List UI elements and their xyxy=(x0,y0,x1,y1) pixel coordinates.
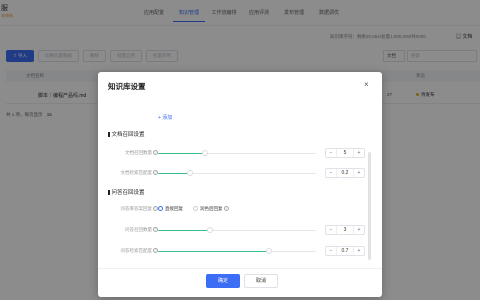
decrement-button[interactable]: − xyxy=(326,149,336,157)
doc-count-value[interactable]: 5 xyxy=(336,149,354,157)
doc-sim-label-text: 文档检索匹配度 xyxy=(120,170,153,175)
qa-count-value[interactable]: 3 xyxy=(336,226,354,234)
close-icon[interactable]: × xyxy=(364,80,369,89)
slider-fill xyxy=(158,250,269,252)
slider-fill xyxy=(158,229,211,231)
help-icon: ? xyxy=(223,206,229,212)
increment-button[interactable]: + xyxy=(354,149,364,157)
doc-recall-section-title: 文档召回设置 xyxy=(108,130,145,138)
qa-sim-label-text: 问答检索匹配度 xyxy=(120,248,153,253)
increment-button[interactable]: + xyxy=(354,169,364,177)
radio-icon xyxy=(193,206,198,212)
slider-thumb[interactable] xyxy=(202,150,209,156)
slider-thumb[interactable] xyxy=(207,227,214,233)
reply-mode-label-text: 问答库答案回复 xyxy=(120,206,153,211)
qa-sim-label: 问答检索匹配度? xyxy=(108,248,158,254)
qa-count-stepper: − 3 + xyxy=(325,225,365,235)
qa-sim-stepper: − 0.7 + xyxy=(325,246,365,256)
add-button[interactable]: + 添加 xyxy=(158,114,172,121)
doc-count-slider[interactable] xyxy=(158,150,316,156)
qa-count-label-text: 问答召回数量 xyxy=(125,227,152,232)
slider-thumb[interactable] xyxy=(186,170,193,176)
reply-mode-radio-group: 直接回复 润色后回复? xyxy=(158,206,229,212)
modal-title: 知识库设置 xyxy=(108,82,146,91)
qa-sim-slider[interactable] xyxy=(158,248,316,254)
qa-recall-section-title: 问答召回设置 xyxy=(108,188,145,196)
qa-sim-value[interactable]: 0.7 xyxy=(336,247,354,255)
reply-mode-label: 问答库答案回复? xyxy=(108,206,158,212)
doc-count-stepper: − 5 + xyxy=(325,148,365,158)
radio-label: 直接回复 xyxy=(165,206,183,211)
modal-scrollbar[interactable] xyxy=(368,152,371,260)
confirm-button[interactable]: 确定 xyxy=(206,274,240,288)
doc-sim-label: 文档检索匹配度? xyxy=(108,170,158,176)
increment-button[interactable]: + xyxy=(354,226,364,234)
cancel-button[interactable]: 取消 xyxy=(244,274,278,288)
radio-label: 润色后回复 xyxy=(200,206,223,211)
increment-button[interactable]: + xyxy=(354,247,364,255)
decrement-button[interactable]: − xyxy=(326,169,336,177)
radio-direct-reply[interactable]: 直接回复 xyxy=(158,206,183,212)
slider-thumb[interactable] xyxy=(265,248,272,254)
qa-count-label: 问答召回数量? xyxy=(108,227,158,233)
doc-count-label-text: 文档召回数量 xyxy=(125,150,152,155)
doc-sim-stepper: − 0.2 + xyxy=(325,168,365,178)
footer-divider xyxy=(98,268,382,269)
doc-count-label: 文档召回数量? xyxy=(108,150,158,156)
radio-polished-reply[interactable]: 润色后回复? xyxy=(193,206,229,212)
doc-sim-slider[interactable] xyxy=(158,170,316,176)
doc-sim-value[interactable]: 0.2 xyxy=(336,169,354,177)
knowledge-settings-modal: 知识库设置 × + 添加 文档召回设置 文档召回数量? − 5 + 文档检索匹配… xyxy=(98,72,382,297)
qa-count-slider[interactable] xyxy=(158,227,316,233)
decrement-button[interactable]: − xyxy=(326,247,336,255)
slider-fill xyxy=(158,152,206,154)
radio-icon xyxy=(158,206,163,212)
slider-fill xyxy=(158,172,190,174)
decrement-button[interactable]: − xyxy=(326,226,336,234)
